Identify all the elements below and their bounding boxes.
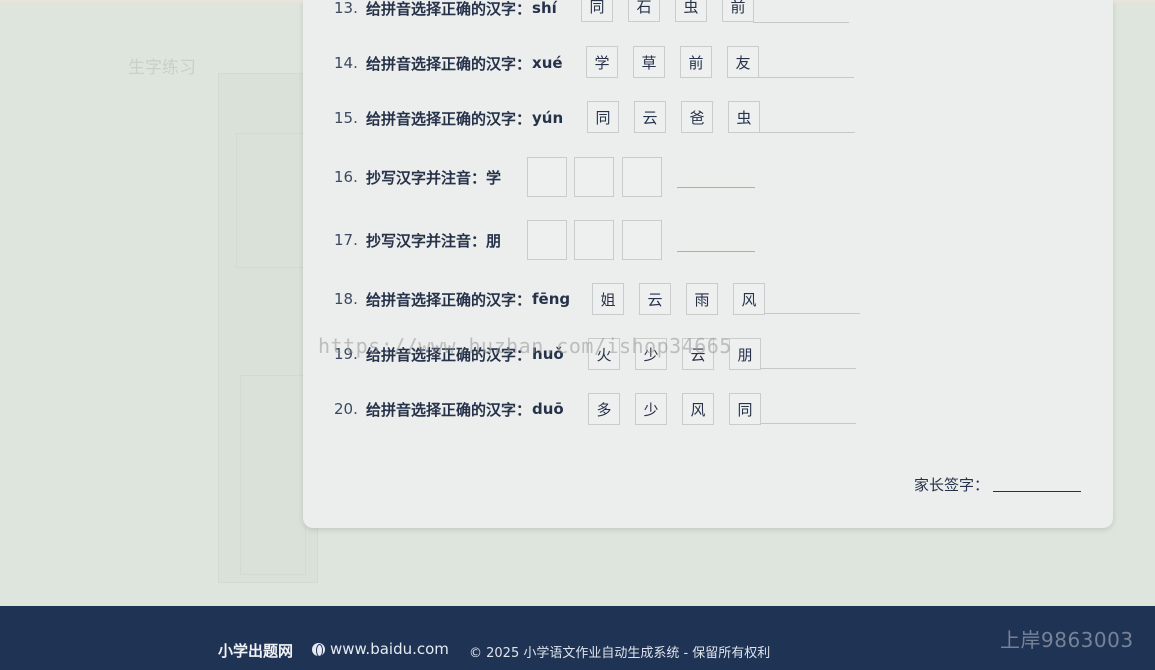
question-text: 给拼音选择正确的汉字： [366, 54, 532, 73]
options-20: 多 少 风 同 [588, 393, 776, 425]
option-button[interactable]: 风 [682, 393, 714, 425]
question-number: 18. [334, 290, 358, 308]
question-text: 给拼音选择正确的汉字： [366, 0, 532, 18]
option-button[interactable]: 虫 [728, 101, 760, 133]
footer-site-text: www.baidu.com [330, 640, 449, 658]
option-button[interactable]: 虫 [675, 0, 707, 22]
corner-watermark: 上岸9863003 [1000, 628, 1134, 652]
option-button[interactable]: 同 [581, 0, 613, 22]
pinyin-answer-line[interactable] [677, 251, 755, 252]
question-text: 给拼音选择正确的汉字： [366, 109, 532, 128]
question-number: 15. [334, 109, 358, 127]
option-button[interactable]: 云 [634, 101, 666, 133]
copy-writing-box[interactable] [574, 157, 614, 197]
answer-line [760, 423, 856, 424]
option-button[interactable]: 同 [587, 101, 619, 133]
question-number: 16. [334, 168, 358, 186]
pinyin-answer-line[interactable] [677, 187, 755, 188]
question-pinyin: yún [532, 109, 564, 127]
question-number: 20. [334, 400, 358, 418]
option-button[interactable]: 云 [639, 283, 671, 315]
answer-line [764, 313, 860, 314]
parent-signature: 家长签字： [914, 474, 1082, 495]
question-13: 13. 给拼音选择正确的汉字： shí [334, 0, 557, 24]
question-15: 15. 给拼音选择正确的汉字： yún [334, 102, 563, 134]
options-14: 学 草 前 友 [586, 46, 774, 78]
background-panel [236, 133, 306, 268]
question-text: 给拼音选择正确的汉字： [366, 290, 532, 309]
answer-line [759, 132, 855, 133]
option-button[interactable]: 草 [633, 46, 665, 78]
signature-label: 家长签字： [914, 476, 990, 494]
copy-writing-box[interactable] [527, 157, 567, 197]
question-pinyin: fēng [532, 290, 571, 308]
option-button[interactable]: 风 [733, 283, 765, 315]
copy-writing-box[interactable] [527, 220, 567, 260]
copy-writing-box[interactable] [622, 220, 662, 260]
background-panel [240, 375, 306, 575]
question-number: 14. [334, 54, 358, 72]
question-text: 抄写汉字并注音：朋 [366, 231, 502, 250]
option-button[interactable]: 雨 [686, 283, 718, 315]
option-button[interactable]: 前 [722, 0, 754, 22]
watermark-text: https://www.huzhan.com/ishop34665 [318, 334, 732, 358]
question-18: 18. 给拼音选择正确的汉字： fēng [334, 283, 570, 315]
question-number: 17. [334, 231, 358, 249]
copy-writing-box[interactable] [574, 220, 614, 260]
option-button[interactable]: 姐 [592, 283, 624, 315]
question-text: 给拼音选择正确的汉字： [366, 400, 532, 419]
question-pinyin: xué [532, 54, 563, 72]
option-button[interactable]: 爸 [681, 101, 713, 133]
option-button[interactable]: 少 [635, 393, 667, 425]
background-title: 生字练习 [128, 58, 196, 78]
option-button[interactable]: 石 [628, 0, 660, 22]
question-16: 16. 抄写汉字并注音：学 [334, 161, 501, 193]
question-17: 17. 抄写汉字并注音：朋 [334, 224, 501, 256]
question-pinyin: duō [532, 400, 564, 418]
answer-line [758, 77, 854, 78]
footer-site-link[interactable]: www.baidu.com [312, 640, 449, 658]
answer-line [753, 22, 849, 23]
options-13: 同 石 虫 前 [581, 0, 769, 22]
signature-line[interactable] [993, 491, 1082, 492]
options-18: 姐 云 雨 风 [592, 283, 780, 315]
option-button[interactable]: 前 [680, 46, 712, 78]
answer-line [760, 368, 856, 369]
question-pinyin: shí [532, 0, 557, 17]
copy-writing-box[interactable] [622, 157, 662, 197]
question-number: 13. [334, 0, 358, 17]
footer: 小学出题网 www.baidu.com © 2025 小学语文作业自动生成系统 … [0, 606, 1155, 670]
worksheet-card: 13. 给拼音选择正确的汉字： shí 同 石 虫 前 14. 给拼音选择正确的… [303, 0, 1113, 528]
question-text: 抄写汉字并注音：学 [366, 168, 502, 187]
footer-brand[interactable]: 小学出题网 [218, 640, 293, 661]
option-button[interactable]: 朋 [729, 338, 761, 370]
option-button[interactable]: 同 [729, 393, 761, 425]
options-15: 同 云 爸 虫 [587, 101, 775, 133]
option-button[interactable]: 学 [586, 46, 618, 78]
question-14: 14. 给拼音选择正确的汉字： xué [334, 47, 563, 79]
option-button[interactable]: 友 [727, 46, 759, 78]
option-button[interactable]: 多 [588, 393, 620, 425]
question-20: 20. 给拼音选择正确的汉字： duō [334, 393, 564, 425]
globe-icon [312, 642, 325, 657]
footer-copyright: © 2025 小学语文作业自动生成系统 - 保留所有权利 [469, 646, 771, 661]
